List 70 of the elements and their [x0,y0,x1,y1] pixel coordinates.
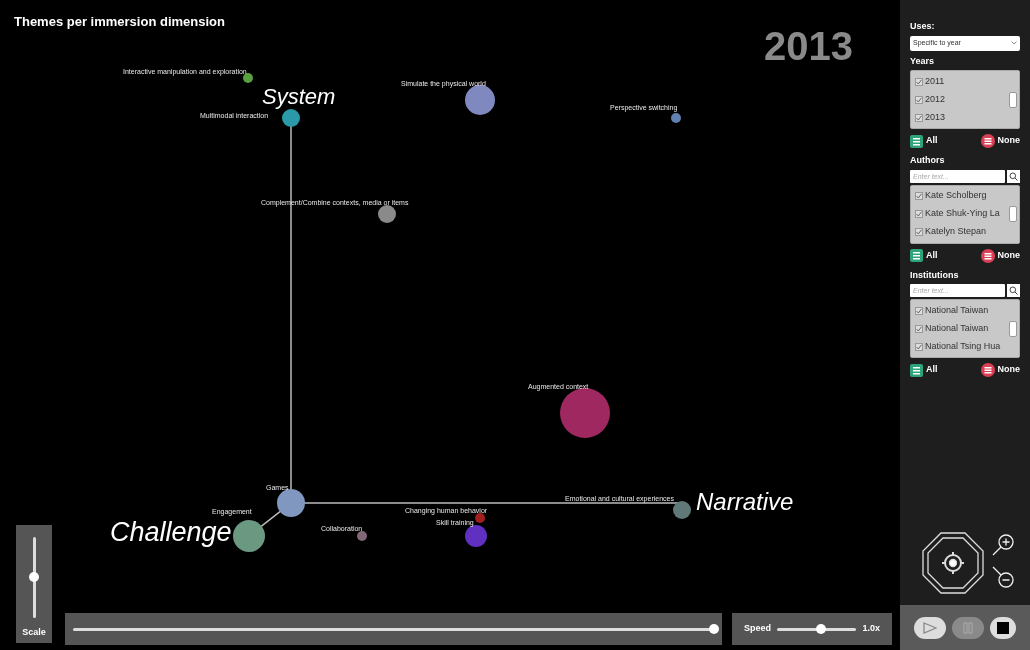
theme-sphere[interactable] [282,109,300,127]
select-all-button[interactable]: All [910,134,938,148]
checkbox-label: National Taiwan [925,303,989,317]
filter-title: Authors [910,154,946,167]
checkbox[interactable] [915,77,923,86]
checkbox[interactable] [915,192,923,200]
theme-sphere[interactable] [673,501,691,519]
checkbox-label: Katelyn Stepan [925,225,987,239]
scrollbar[interactable] [1009,206,1017,222]
checkbox[interactable] [915,95,923,104]
zoom-out-icon[interactable] [991,565,1015,589]
scrollbar[interactable] [1009,320,1017,337]
checkbox-label: Kate Scholberg [925,189,987,203]
select-none-button[interactable]: None [980,134,1020,148]
checkbox[interactable] [915,228,923,236]
year-label: 2013 [764,26,853,66]
checkbox[interactable] [915,113,923,122]
axis-label: Challenge [110,519,232,546]
play-button[interactable] [914,616,946,639]
checkbox-label: National Tsing Hua [925,339,1001,353]
scrollbar[interactable] [1009,91,1017,108]
chart-title: Themes per immersion dimension [14,13,225,31]
speed-reading: 1.0x [862,622,880,636]
uses-label: Uses: [910,20,936,33]
search-icon [1009,286,1018,295]
select-none-button[interactable]: None [980,363,1020,377]
theme-sphere[interactable] [357,531,367,541]
checkbox-label: Kate Shuk-Ying La [925,207,1000,221]
theme-sphere[interactable] [671,113,681,123]
speed-label: Speed [744,622,771,636]
checkbox-label: 2011 [925,74,945,88]
stop-button[interactable] [990,616,1016,639]
select-none-button[interactable]: None [980,248,1020,263]
theme-sphere[interactable] [233,520,265,552]
checkbox[interactable] [915,324,923,333]
checkbox[interactable] [915,210,923,218]
search-button[interactable] [1007,284,1020,297]
filter-title: Institutions [910,268,960,282]
timeline-slider-thumb[interactable] [709,624,719,634]
search-icon [1009,171,1018,181]
play-icon [923,621,937,634]
checkbox[interactable] [915,306,923,315]
stop-icon [996,620,1010,635]
checkbox-label: 2013 [925,110,946,124]
filter-title: Years [910,54,936,68]
pause-button[interactable] [952,616,984,639]
theme-sphere[interactable] [465,85,495,115]
checkbox-label: National Taiwan [925,321,989,335]
select-all-button[interactable]: All [910,363,938,377]
list-icon [910,249,923,262]
list-icon [910,363,923,377]
list-icon [980,134,995,148]
axis-label: Narrative [696,490,794,514]
navigation-compass-icon[interactable] [921,531,985,595]
theme-sphere[interactable] [378,205,396,223]
list-icon [980,363,995,377]
checkbox-label: 2012 [925,92,946,106]
theme-sphere[interactable] [277,489,305,517]
scale-label: Scale [22,625,46,639]
checkbox[interactable] [915,342,923,351]
list-icon [980,248,995,263]
search-button[interactable] [1007,169,1020,183]
zoom-in-icon[interactable] [991,533,1015,557]
pause-icon [962,621,974,634]
list-icon [910,134,923,148]
select-all-button[interactable]: All [910,248,938,263]
chevron-icon [1011,41,1017,45]
speed-slider-thumb[interactable] [815,624,826,634]
scale-slider-thumb[interactable] [29,572,39,583]
axis-label: System [262,86,336,108]
